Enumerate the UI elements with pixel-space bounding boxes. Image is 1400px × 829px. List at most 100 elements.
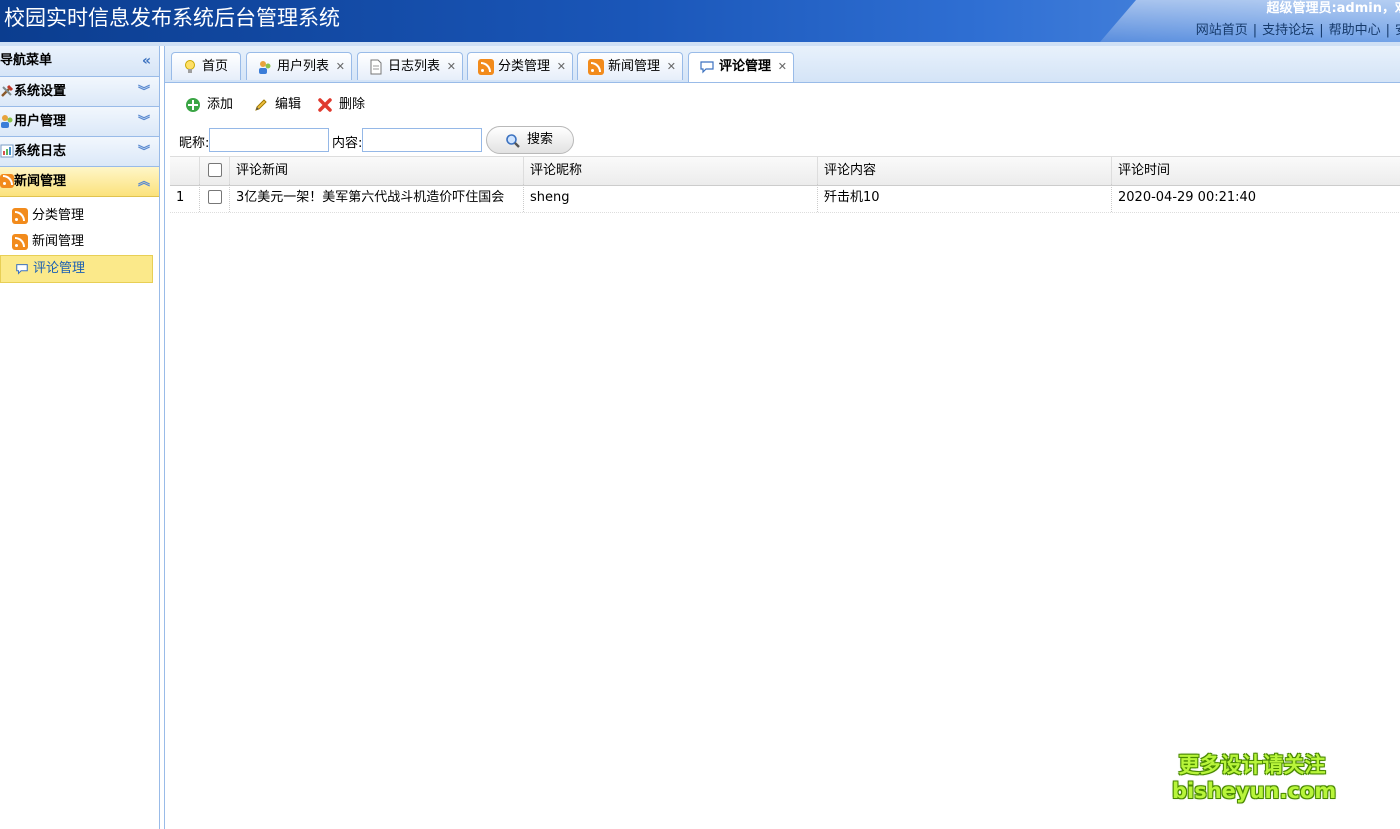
sidebar-item-comment-management[interactable]: 评论管理 xyxy=(0,255,153,283)
sidebar-section-user-management[interactable]: 用户管理 ︾ xyxy=(0,107,159,137)
sidebar-section-label: 用户管理 xyxy=(14,114,67,129)
sidebar-title: 导航菜单 xyxy=(0,53,53,68)
sidebar-section-system-log[interactable]: 系统日志 ︾ xyxy=(0,137,159,167)
select-all-cell xyxy=(200,157,230,185)
content-label: 内容: xyxy=(332,136,363,151)
app-title: 校园实时信息发布系统后台管理系统 xyxy=(4,6,340,30)
watermark: 更多设计请关注 bisheyun.com xyxy=(1172,752,1337,804)
search-button-label: 搜索 xyxy=(527,132,554,147)
table-row[interactable]: 1 3亿美元一架！美军第六代战斗机造价吓住国会 sheng 歼击机10 2020… xyxy=(170,184,1400,213)
tab-label: 分类管理 xyxy=(498,59,551,74)
current-user: 超级管理员:admin，欢 xyxy=(1266,1,1400,16)
table-header-row: 评论新闻 评论昵称 评论内容 评论时间 xyxy=(170,156,1400,186)
sidebar-title-bar: 导航菜单 « xyxy=(0,46,159,77)
sidebar-item-label: 新闻管理 xyxy=(32,234,85,249)
close-icon[interactable]: ✕ xyxy=(447,53,456,81)
rss-icon xyxy=(0,174,14,188)
tab-comment-management[interactable]: 评论管理 ✕ xyxy=(688,52,794,82)
tools-icon xyxy=(1,84,14,97)
link-site-home[interactable]: 网站首页 xyxy=(1196,23,1248,38)
tab-category-management[interactable]: 分类管理 ✕ xyxy=(467,52,573,80)
close-icon[interactable]: ✕ xyxy=(336,53,345,81)
chevron-down-icon: ︾ xyxy=(137,84,150,98)
sidebar-item-news-management[interactable]: 新闻管理 xyxy=(0,229,159,255)
search-icon xyxy=(506,134,520,148)
row-number-header xyxy=(170,157,200,185)
watermark-line2: bisheyun.com xyxy=(1172,779,1337,803)
row-checkbox[interactable] xyxy=(208,190,222,204)
content-input[interactable] xyxy=(362,128,482,152)
cell-time: 2020-04-29 00:21:40 xyxy=(1118,190,1257,205)
chevron-up-icon: ︽ xyxy=(137,174,150,188)
tab-label: 评论管理 xyxy=(719,59,772,74)
sidebar-section-system-settings[interactable]: 系统设置 ︾ xyxy=(0,77,159,107)
add-icon xyxy=(186,98,200,112)
comment-icon xyxy=(16,264,28,275)
row-select-cell xyxy=(200,184,230,212)
log-chart-icon xyxy=(0,144,14,158)
tab-news-management[interactable]: 新闻管理 ✕ xyxy=(577,52,683,80)
tab-log-list[interactable]: 日志列表 ✕ xyxy=(357,52,463,80)
users-icon xyxy=(1,115,13,128)
row-number: 1 xyxy=(170,184,200,212)
close-icon[interactable]: ✕ xyxy=(778,53,787,81)
cell-nickname: sheng xyxy=(524,184,818,212)
edit-button-label: 编辑 xyxy=(275,97,302,112)
delete-x-icon xyxy=(318,98,332,112)
tab-home[interactable]: 首页 xyxy=(171,52,241,80)
cell-news: 3亿美元一架！美军第六代战斗机造价吓住国会 xyxy=(230,184,524,212)
chevron-down-icon: ︾ xyxy=(137,144,150,158)
column-header-time[interactable]: 评论时间 xyxy=(1112,157,1400,185)
close-icon[interactable]: ✕ xyxy=(557,53,566,81)
lightbulb-icon xyxy=(185,60,195,73)
link-help[interactable]: 帮助中心 xyxy=(1329,23,1381,38)
search-button[interactable]: 搜索 xyxy=(486,126,574,154)
search-bar: 昵称: 内容: 搜索 xyxy=(173,126,1393,154)
nickname-input[interactable] xyxy=(209,128,329,152)
chevron-down-icon: ︾ xyxy=(137,114,150,128)
sidebar-item-label: 评论管理 xyxy=(33,261,86,276)
tab-label: 首页 xyxy=(202,59,229,74)
link-separator: | xyxy=(1319,23,1324,38)
cell-content: 歼击机10 xyxy=(818,184,1112,212)
sidebar-item-label: 分类管理 xyxy=(32,208,85,223)
add-button-label: 添加 xyxy=(207,97,234,112)
edit-button[interactable]: 编辑 xyxy=(253,92,301,118)
main-panel: 首页 用户列表 ✕ 日志列表 ✕ 分类管理 ✕ 新闻管理 ✕ 评论管理 ✕ 添加… xyxy=(164,46,1400,829)
app-header: 校园实时信息发布系统后台管理系统 超级管理员:admin，欢 网站首页 | 支持论坛… xyxy=(0,0,1400,42)
column-header-nickname[interactable]: 评论昵称 xyxy=(524,157,818,185)
rss-icon xyxy=(588,59,604,75)
tab-label: 日志列表 xyxy=(388,59,441,74)
sidebar-collapse-icon[interactable]: « xyxy=(142,46,151,76)
delete-button-label: 删除 xyxy=(339,97,366,112)
toolbar: 添加 编辑 删除 xyxy=(171,92,1391,118)
users-icon xyxy=(259,61,271,74)
header-links: 网站首页 | 支持论坛 | 帮助中心 | 安 xyxy=(1196,19,1400,38)
sidebar: 导航菜单 « 系统设置 ︾ 用户管理 ︾ 系统日志 ︾ 新闻管理 ︽ 分类管理 … xyxy=(0,46,160,829)
link-more[interactable]: 安 xyxy=(1395,23,1400,38)
comment-icon xyxy=(700,61,714,74)
rss-icon xyxy=(12,234,28,250)
link-separator: | xyxy=(1252,23,1258,38)
add-button[interactable]: 添加 xyxy=(185,92,233,118)
sidebar-section-news-management[interactable]: 新闻管理 ︽ xyxy=(0,167,159,197)
rss-icon xyxy=(478,59,494,75)
rss-icon xyxy=(12,208,28,224)
link-separator: | xyxy=(1385,23,1390,38)
column-header-news[interactable]: 评论新闻 xyxy=(230,157,524,185)
watermark-line1: 更多设计请关注 xyxy=(1178,753,1326,777)
sidebar-item-category-management[interactable]: 分类管理 xyxy=(0,203,159,229)
link-forum[interactable]: 支持论坛 xyxy=(1262,23,1314,38)
tab-strip: 首页 用户列表 ✕ 日志列表 ✕ 分类管理 ✕ 新闻管理 ✕ 评论管理 ✕ xyxy=(165,46,1400,83)
nickname-label: 昵称: xyxy=(179,136,210,151)
column-header-content[interactable]: 评论内容 xyxy=(818,157,1112,185)
tab-user-list[interactable]: 用户列表 ✕ xyxy=(246,52,352,80)
delete-button[interactable]: 删除 xyxy=(317,92,365,118)
sidebar-section-label: 新闻管理 xyxy=(14,174,67,189)
tab-label: 新闻管理 xyxy=(608,59,661,74)
sidebar-section-label: 系统设置 xyxy=(14,84,67,99)
select-all-checkbox[interactable] xyxy=(208,163,222,177)
close-icon[interactable]: ✕ xyxy=(667,53,676,81)
sidebar-section-label: 系统日志 xyxy=(14,144,67,159)
document-icon xyxy=(370,59,382,75)
